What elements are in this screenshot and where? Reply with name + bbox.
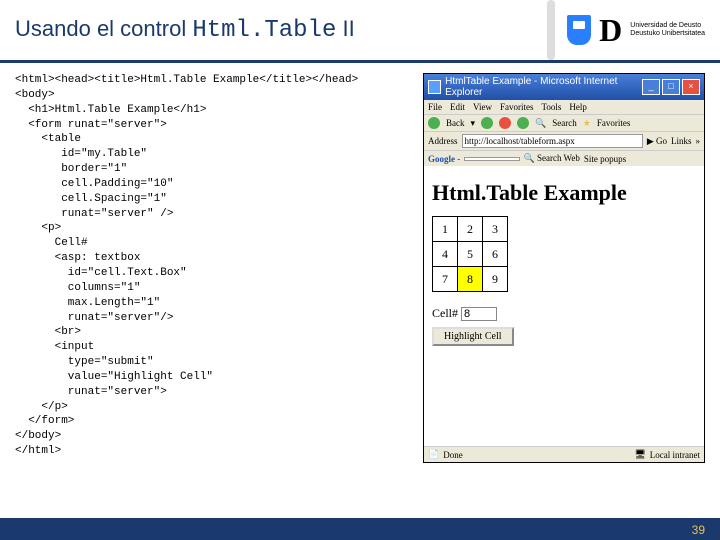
menu-file[interactable]: File [428,102,442,112]
content-area: <html><head><title>Html.Table Example</t… [0,63,720,473]
back-icon[interactable] [428,117,440,129]
search-web-button[interactable]: 🔍 Search Web [524,153,580,164]
table-cell: 9 [483,267,507,291]
cell-number-row: Cell# [432,306,696,321]
go-button[interactable]: ▶ Go [647,136,667,147]
search-label[interactable]: Search [552,118,577,128]
address-bar-row: Address http://localhost/tableform.aspx … [424,131,704,150]
title-code: Html.Table [192,17,336,44]
logo-divider [547,0,555,60]
site-popups-button[interactable]: Site popups [584,154,626,164]
logo-area: D Universidad de Deusto Deustuko Unibert… [567,12,720,49]
address-input[interactable]: http://localhost/tableform.aspx [462,134,643,148]
browser-menubar: File Edit View Favorites Tools Help [424,100,704,114]
browser-titlebar: HtmlTable Example - Microsoft Internet E… [424,74,704,100]
title-area: Usando el control Html.Table II [0,16,547,44]
title-suffix: II [336,16,354,41]
maximize-button[interactable]: □ [662,79,680,95]
cell-input[interactable] [461,307,497,321]
table-cell-highlighted: 8 [458,267,482,291]
page-viewport: Html.Table Example 1 2 3 4 5 6 7 8 9 [424,166,704,446]
status-text: Done [443,450,463,460]
address-label: Address [428,136,458,146]
code-block: <html><head><title>Html.Table Example</t… [15,73,413,463]
page-heading: Html.Table Example [432,180,696,206]
stop-icon[interactable] [499,117,511,129]
slide-footer [0,518,720,540]
table-cell: 6 [483,242,507,266]
slide-header: Usando el control Html.Table II D Univer… [0,0,720,63]
google-logo[interactable]: Google - [428,154,460,164]
browser-toolbar: Back ▾ 🔍 Search ★ Favorites [424,114,704,131]
zone-text: Local intranet [650,450,700,460]
html-table: 1 2 3 4 5 6 7 8 9 [432,216,508,292]
university-text: Universidad de Deusto Deustuko Unibertsi… [630,22,705,37]
uni-line1: Universidad de Deusto [630,22,705,30]
google-search-input[interactable] [464,157,519,161]
highlight-button[interactable]: Highlight Cell [432,327,514,346]
table-cell: 5 [458,242,482,266]
browser-statusbar: 📄 Done 🖥 Local intranet [424,446,704,462]
slide-title: Usando el control Html.Table II [15,16,355,41]
ie-icon [428,80,441,94]
favorites-label[interactable]: Favorites [597,118,631,128]
refresh-icon[interactable] [517,117,529,129]
table-cell: 4 [433,242,457,266]
browser-window: HtmlTable Example - Microsoft Internet E… [423,73,705,463]
menu-help[interactable]: Help [569,102,587,112]
d-logo-icon: D [599,12,622,49]
table-row: 1 2 3 [433,217,507,241]
cell-label: Cell# [432,306,458,320]
window-buttons: _ □ × [642,79,700,95]
back-label[interactable]: Back [446,118,465,128]
menu-edit[interactable]: Edit [450,102,465,112]
done-icon: 📄 [428,449,439,460]
shield-icon [567,15,591,45]
close-button[interactable]: × [682,79,700,95]
table-cell: 1 [433,217,457,241]
table-row: 7 8 9 [433,267,507,291]
title-prefix: Usando el control [15,16,192,41]
forward-icon[interactable] [481,117,493,129]
table-cell: 2 [458,217,482,241]
menu-view[interactable]: View [473,102,492,112]
links-label[interactable]: Links [671,136,692,146]
window-title: HtmlTable Example - Microsoft Internet E… [445,76,642,98]
menu-favorites[interactable]: Favorites [500,102,534,112]
table-row: 4 5 6 [433,242,507,266]
zone-icon: 🖥 [634,449,645,460]
table-cell: 3 [483,217,507,241]
google-toolbar: Google - 🔍 Search Web Site popups [424,150,704,166]
table-cell: 7 [433,267,457,291]
uni-line2: Deustuko Unibertsitatea [630,30,705,38]
minimize-button[interactable]: _ [642,79,660,95]
menu-tools[interactable]: Tools [541,102,561,112]
page-number: 39 [692,523,705,537]
